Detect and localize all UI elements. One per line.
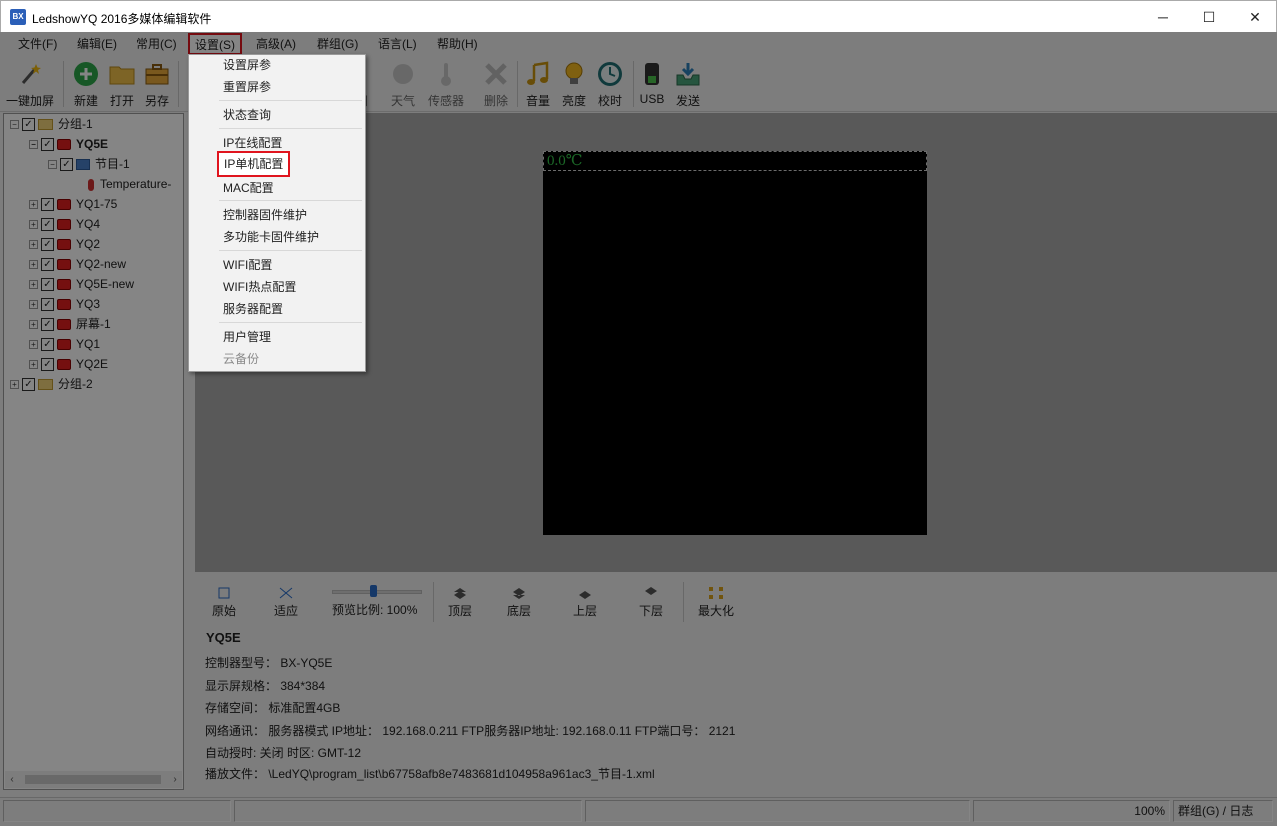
app-icon: BX bbox=[10, 9, 26, 25]
menu-server-config[interactable]: 服务器配置 bbox=[223, 300, 283, 318]
menu-controller-firmware[interactable]: 控制器固件维护 bbox=[223, 206, 307, 224]
menu-separator bbox=[219, 128, 362, 129]
menu-separator bbox=[219, 100, 362, 101]
menu-ip-online-config[interactable]: IP在线配置 bbox=[223, 134, 282, 152]
menu-mac-config[interactable]: MAC配置 bbox=[223, 179, 274, 197]
title-bar: BX LedshowYQ 2016多媒体编辑软件 ─ ☐ ✕ bbox=[0, 0, 1277, 32]
menu-reset-screen-params[interactable]: 重置屏参 bbox=[223, 78, 271, 96]
menu-wifi-hotspot-config[interactable]: WIFI热点配置 bbox=[223, 278, 296, 296]
menu-user-management[interactable]: 用户管理 bbox=[223, 328, 271, 346]
close-button[interactable]: ✕ bbox=[1232, 1, 1277, 33]
menu-multifunction-firmware[interactable]: 多功能卡固件维护 bbox=[223, 228, 319, 246]
minimize-button[interactable]: ─ bbox=[1140, 1, 1186, 33]
menu-separator bbox=[219, 250, 362, 251]
settings-dropdown-menu: 设置屏参 重置屏参 状态查询 IP在线配置 IP单机配置 MAC配置 控制器固件… bbox=[188, 54, 366, 372]
menu-ip-single-config[interactable]: IP单机配置 bbox=[217, 151, 291, 177]
menu-cloud-backup[interactable]: 云备份 bbox=[223, 350, 259, 368]
window-title: LedshowYQ 2016多媒体编辑软件 bbox=[32, 12, 212, 26]
menu-status-query[interactable]: 状态查询 bbox=[223, 106, 271, 124]
menu-separator bbox=[219, 322, 362, 323]
menu-separator bbox=[219, 200, 362, 201]
maximize-button[interactable]: ☐ bbox=[1186, 1, 1232, 33]
menu-wifi-config[interactable]: WIFI配置 bbox=[223, 256, 272, 274]
menu-set-screen-params[interactable]: 设置屏参 bbox=[223, 56, 271, 74]
